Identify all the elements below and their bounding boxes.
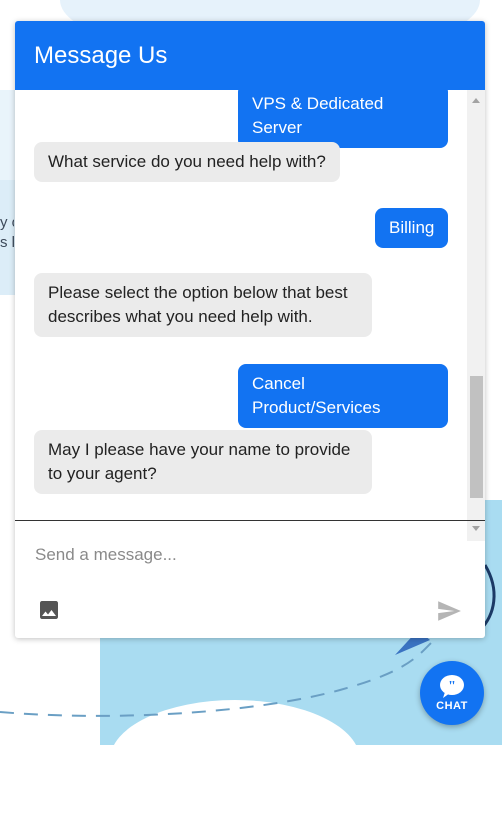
bot-message: May I please have your name to provide t… bbox=[34, 430, 372, 494]
image-icon[interactable] bbox=[37, 598, 61, 622]
svg-text:": " bbox=[448, 679, 456, 694]
chat-launcher-button[interactable]: " CHAT bbox=[420, 661, 484, 725]
message-scrollbar[interactable] bbox=[467, 90, 485, 541]
send-icon[interactable] bbox=[434, 598, 464, 624]
message-list: VPS & Dedicated Server What service do y… bbox=[15, 90, 485, 541]
chat-launcher-label: CHAT bbox=[436, 700, 468, 712]
chat-bubble-icon: " bbox=[440, 675, 464, 698]
scroll-down-arrow[interactable] bbox=[472, 526, 480, 531]
scroll-up-arrow[interactable] bbox=[472, 98, 480, 103]
message-input[interactable] bbox=[35, 543, 435, 567]
user-message: Billing bbox=[375, 208, 448, 248]
bot-message: Please select the option below that best… bbox=[34, 273, 372, 337]
chat-header: Message Us bbox=[15, 21, 485, 90]
bot-message: What service do you need help with? bbox=[34, 142, 340, 182]
composer-divider bbox=[15, 520, 485, 521]
chat-widget: Message Us VPS & Dedicated Server What s… bbox=[15, 21, 485, 638]
user-message: VPS & Dedicated Server bbox=[238, 90, 448, 148]
scroll-thumb[interactable] bbox=[470, 376, 483, 498]
user-message: Cancel Product/Services bbox=[238, 364, 448, 428]
chat-title: Message Us bbox=[34, 41, 168, 69]
